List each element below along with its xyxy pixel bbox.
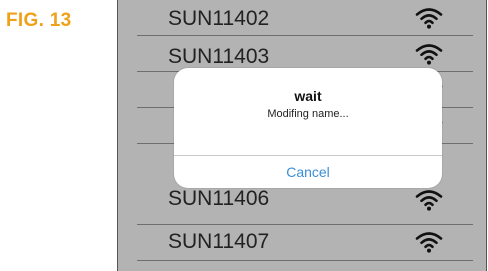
figure-label: FIG. 13	[6, 10, 72, 31]
phone-screen: SUN11402 SUN11403 SUN11406 SUN11407 wait…	[117, 0, 487, 271]
dialog-overlay: wait Modifing name... Cancel	[117, 0, 487, 271]
cancel-button[interactable]: Cancel	[174, 156, 442, 188]
dialog-message: Modifing name...	[267, 108, 349, 120]
dialog-title: wait	[294, 88, 322, 104]
wait-dialog: wait Modifing name... Cancel	[174, 68, 442, 188]
